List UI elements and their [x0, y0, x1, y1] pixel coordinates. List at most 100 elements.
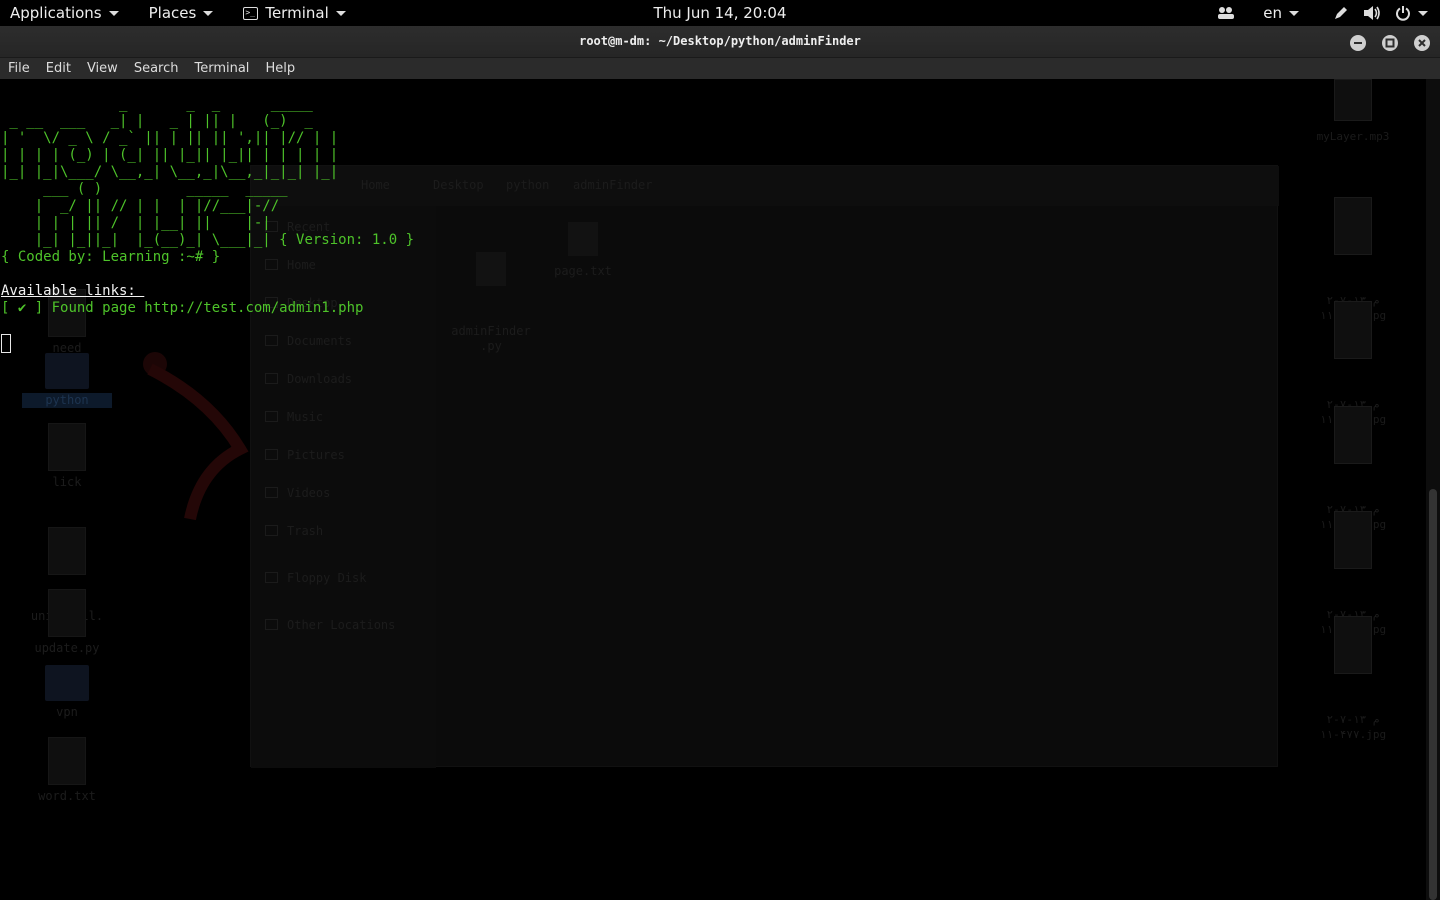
maximize-button[interactable]	[1382, 35, 1398, 51]
terminal-app-label: Terminal	[265, 4, 329, 22]
ascii-banner-line: | _/ || // | | | |//___|-//	[1, 198, 280, 214]
image-thumbnail-icon	[1334, 616, 1372, 674]
folder-icon	[45, 665, 89, 701]
ascii-banner-line: |_| |_||_| |_(__)_| \___|_|	[1, 232, 271, 248]
file-manager-file: adminFinder .py	[446, 222, 536, 384]
desktop-file: update.py	[22, 589, 112, 656]
close-icon	[1418, 39, 1426, 47]
file-icon	[48, 589, 86, 637]
system-tray: en	[1217, 0, 1428, 26]
file-manager-file: page.txt	[538, 222, 628, 279]
desktop-file: lick	[22, 423, 112, 490]
desktop-file: word.txt	[22, 737, 112, 804]
sidebar-item-label: Floppy Disk	[287, 571, 367, 585]
terminal-app-menu[interactable]: >_ Terminal	[233, 0, 355, 26]
file-label: page.txt	[554, 264, 612, 278]
chevron-down-icon	[335, 10, 346, 16]
trash-icon	[265, 525, 278, 536]
desktop-file: myLayer.mp3	[1313, 79, 1393, 144]
version-label: { Version: 1.0 }	[279, 232, 415, 248]
menu-file[interactable]: File	[8, 61, 30, 76]
menu-view[interactable]: View	[87, 61, 118, 76]
download-icon	[265, 373, 278, 384]
desktop-file-label: python	[22, 393, 112, 408]
image-thumbnail-icon	[1334, 79, 1372, 121]
desktop-file-label: word.txt	[38, 789, 96, 803]
sidebar-item-label: Downloads	[287, 372, 353, 386]
scrollbar-thumb[interactable]	[1429, 489, 1437, 900]
music-icon	[265, 411, 278, 422]
ascii-banner-line: |_| |_|\___/ \__,_| \__,_|\__,_|_|_| |_|	[1, 164, 339, 180]
chevron-down-icon	[1289, 10, 1299, 16]
file-label: adminFinder .py	[451, 324, 531, 353]
terminal-icon: >_	[243, 6, 259, 20]
kali-dragon-icon	[143, 352, 249, 521]
applications-label: Applications	[10, 4, 102, 22]
places-menu[interactable]: Places	[139, 0, 224, 26]
desktop-file-label: update.py	[34, 641, 100, 655]
image-thumbnail-icon	[1334, 301, 1372, 359]
window-titlebar[interactable]: root@m-dm: ~/Desktop/python/adminFinder	[0, 26, 1440, 58]
terminal-cursor	[1, 334, 11, 353]
sidebar-item-videos: Videos	[265, 486, 330, 500]
top-panel: Applications Places >_ Terminal Thu Jun …	[0, 0, 1440, 26]
people-icon[interactable]	[1217, 6, 1235, 20]
terminal-output: _ _ _ _____ _ __ ___ _| | _ | || | (_) _…	[1, 79, 414, 354]
desktop-file-label: م ۱۳-۷-۲ ۱۱-۴۷۷.jpg	[1319, 713, 1387, 741]
sidebar-item-pictures: Pictures	[265, 448, 345, 462]
breadcrumb-python: python	[506, 178, 550, 192]
image-thumbnail-icon	[1334, 406, 1372, 464]
chevron-down-icon	[203, 10, 214, 16]
language-menu[interactable]: en	[1263, 4, 1299, 22]
sidebar-item-trash: Trash	[265, 524, 323, 538]
sidebar-item-music: Music	[265, 410, 323, 424]
folder-icon	[45, 353, 89, 389]
desktop-file-label: lick	[52, 475, 82, 489]
ascii-banner-line: | ' \/ _ \ / _` || | || || ',|| |// | |	[1, 130, 339, 146]
applications-menu[interactable]: Applications	[0, 0, 129, 26]
ascii-banner-line: | | | || / | |__| || |-|	[1, 215, 271, 231]
file-icon	[568, 222, 598, 256]
minimize-button[interactable]	[1350, 35, 1366, 51]
file-icon	[48, 527, 86, 575]
available-links-heading: Available links:	[1, 283, 145, 299]
sidebar-item-label: Other Locations	[287, 618, 396, 632]
places-label: Places	[148, 4, 197, 22]
menu-search[interactable]: Search	[134, 61, 179, 76]
ascii-banner-line: _ _ _ _____	[1, 96, 322, 112]
menu-terminal[interactable]: Terminal	[194, 61, 249, 76]
clock[interactable]: Thu Jun 14, 20:04	[653, 4, 786, 22]
sidebar-item-other-locations: Other Locations	[265, 618, 395, 632]
menu-edit[interactable]: Edit	[46, 61, 71, 76]
sidebar-item-downloads: Downloads	[265, 372, 352, 386]
volume-icon[interactable]	[1363, 5, 1381, 21]
desktop-folder: vpn	[22, 659, 112, 720]
close-button[interactable]	[1414, 35, 1430, 51]
file-icon	[48, 737, 86, 785]
desktop-folder: python	[22, 347, 112, 408]
menu-help[interactable]: Help	[265, 61, 295, 76]
found-marker: [ ✔ ]	[1, 300, 44, 316]
breadcrumb-adminfinder: adminFinder	[573, 178, 653, 192]
sidebar-item-floppy: Floppy Disk	[265, 571, 366, 585]
plus-icon	[265, 619, 278, 630]
chevron-down-icon	[1418, 10, 1428, 16]
pen-icon[interactable]	[1333, 5, 1349, 21]
window-title: root@m-dm: ~/Desktop/python/adminFinder	[579, 34, 861, 48]
video-icon	[265, 487, 278, 498]
sidebar-item-label: Music	[287, 410, 324, 424]
sidebar-item-label: Pictures	[287, 448, 345, 462]
file-icon	[48, 423, 86, 471]
ascii-banner-line: _ __ ___ _| | _ | || | (_) _	[1, 113, 322, 129]
desktop-file: م ۱۳-۷-۲ ۱۱-۴۷۷.jpg	[1313, 586, 1393, 772]
image-thumbnail-icon	[1334, 197, 1372, 255]
picture-icon	[265, 449, 278, 460]
power-menu[interactable]	[1395, 5, 1428, 21]
desktop-file-label: vpn	[56, 705, 78, 719]
found-page-line: Found page http://test.com/admin1.php	[43, 300, 364, 316]
image-thumbnail-icon	[1334, 511, 1372, 569]
terminal-scrollbar[interactable]	[1426, 79, 1440, 900]
chevron-down-icon	[108, 10, 119, 16]
desktop-file-label: myLayer.mp3	[1316, 130, 1390, 143]
terminal-viewport[interactable]: need python lick uninstall. sh update.py…	[0, 79, 1426, 900]
